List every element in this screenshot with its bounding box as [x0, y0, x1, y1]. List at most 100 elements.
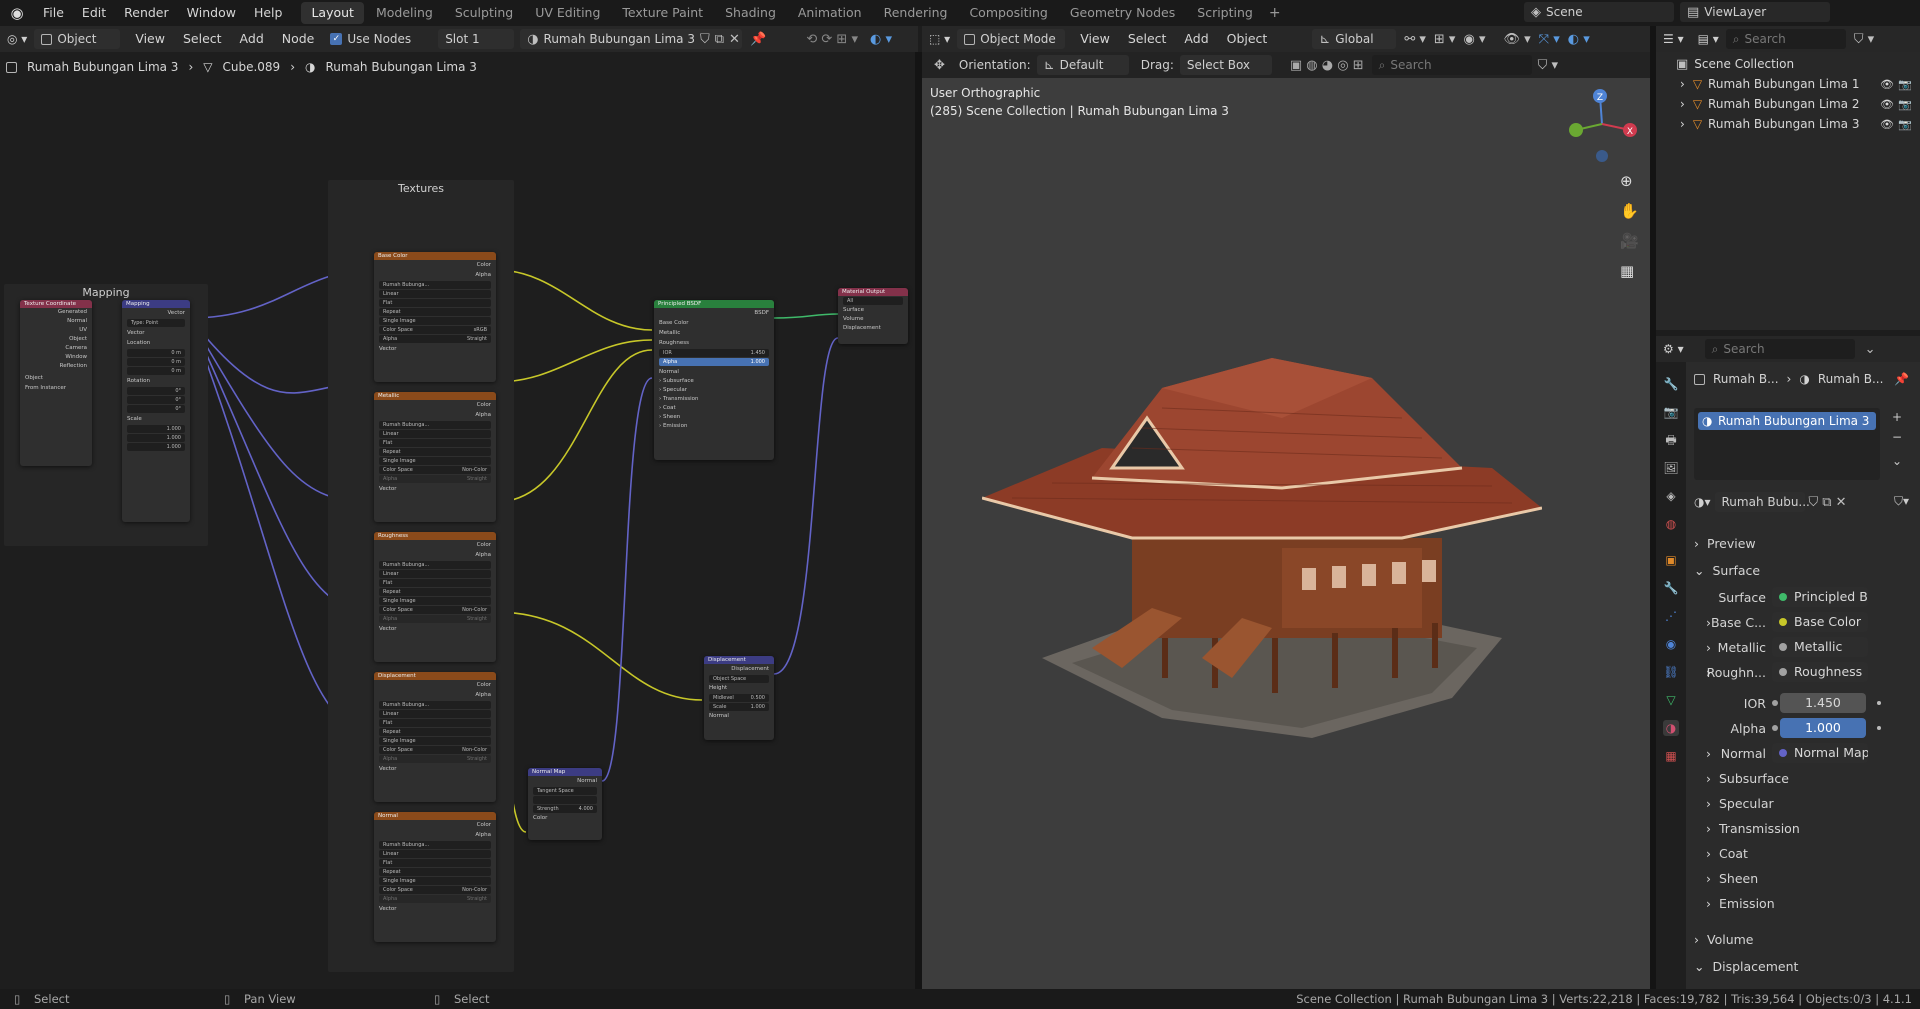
fake-user-icon[interactable]: ⛉ — [1809, 496, 1819, 509]
image-selector[interactable]: Rumah Bubunga... — [379, 561, 491, 569]
interp-dropdown[interactable]: Linear — [379, 710, 491, 718]
transform-orientation-dropdown[interactable]: ⊾ Global — [1312, 29, 1397, 49]
overlay-toggle-icon[interactable]: ◐ ▾ — [1568, 33, 1590, 46]
camera-icon[interactable]: 📷 — [1898, 118, 1912, 131]
display-mode-button[interactable]: ▤ ▾ — [1691, 29, 1726, 49]
rot-y[interactable]: 0° — [127, 396, 185, 404]
menu-file[interactable]: File — [34, 0, 73, 26]
space-dropdown[interactable]: Tangent Space — [533, 787, 597, 795]
visibility-icon[interactable]: 👁 ▾ — [1503, 33, 1530, 46]
filter-icon[interactable]: ⛉ ▾ — [1854, 33, 1874, 46]
image-texture-node-displacement[interactable]: Displacement Color Alpha Rumah Bubunga... Li… — [374, 672, 496, 802]
uv-map-field[interactable] — [533, 796, 597, 804]
physics-tab-icon[interactable]: ◉ — [1663, 636, 1679, 652]
menu-edit[interactable]: Edit — [73, 0, 115, 26]
alpha-field[interactable]: Alpha 1.000 — [659, 358, 769, 366]
chevron-right-icon[interactable]: › — [1680, 117, 1685, 131]
data-tab-icon[interactable]: ▽ — [1663, 692, 1679, 708]
chevron-down-icon[interactable]: ⌄ — [1865, 343, 1876, 356]
drag-dropdown[interactable]: Select Box — [1179, 55, 1272, 75]
menu-add[interactable]: Add — [231, 26, 273, 52]
scene-collection-row[interactable]: ▣ Scene Collection — [1656, 54, 1920, 74]
chevron-right-icon[interactable]: › — [1680, 97, 1685, 111]
unlink-icon[interactable]: ✕ — [1836, 496, 1847, 509]
material-tab-icon[interactable]: ◑ — [1663, 720, 1679, 736]
displacement-node[interactable]: Displacement Displacement Object Space H… — [704, 656, 774, 740]
normal-field[interactable]: Normal Map — [1772, 743, 1868, 763]
outliner-item[interactable]: › ▽ Rumah Bubungan Lima 3 👁 📷 — [1656, 114, 1920, 134]
tab-animation[interactable]: Animation — [788, 2, 872, 24]
scene-selector[interactable]: ◈ Scene — [1524, 2, 1674, 22]
scale-y[interactable]: 1.000 — [127, 434, 185, 442]
socket-dot-icon[interactable] — [1772, 700, 1778, 706]
filter-icon[interactable]: ⛉▾ — [1894, 494, 1909, 509]
src-dropdown[interactable]: Single Image — [379, 737, 491, 745]
ext-dropdown[interactable]: Repeat — [379, 588, 491, 596]
image-selector[interactable]: Rumah Bubunga... — [379, 841, 491, 849]
loc-z[interactable]: 0 m — [127, 367, 185, 375]
panel-specular[interactable]: › Specular — [654, 386, 774, 395]
strength-field[interactable]: Strength 4.000 — [533, 805, 597, 813]
mapping-node[interactable]: Mapping Vector Type: Point Vector Locati… — [122, 300, 190, 522]
ior-field[interactable]: 1.450 — [1780, 693, 1866, 713]
color-space-dropdown[interactable]: Color Space Non-Color — [379, 886, 491, 894]
eye-icon[interactable]: 👁 — [1880, 98, 1894, 111]
panel-sheen[interactable]: › Sheen — [654, 413, 774, 422]
outliner-item[interactable]: › ▽ Rumah Bubungan Lima 1 👁 📷 — [1656, 74, 1920, 94]
material-slot-list[interactable]: ◑ Rumah Bubungan Lima 3 — [1694, 408, 1880, 480]
outliner-search-input[interactable]: ⌕ Search — [1725, 29, 1846, 49]
proportional-icon[interactable]: ◉ ▾ — [1463, 33, 1485, 46]
alpha-mode-dropdown[interactable]: Alpha Straight — [379, 895, 491, 903]
prop-link-field[interactable]: Principled BSDF — [1772, 587, 1868, 607]
proj-dropdown[interactable]: Flat — [379, 579, 491, 587]
outliner[interactable]: ▣ Scene Collection › ▽ Rumah Bubungan Lima … — [1656, 52, 1920, 330]
object-field[interactable]: Object — [20, 373, 92, 383]
menu-view[interactable]: View — [126, 26, 174, 52]
interp-dropdown[interactable]: Linear — [379, 850, 491, 858]
pin-icon[interactable]: 📌 — [750, 33, 766, 46]
tab-texture-paint[interactable]: Texture Paint — [612, 2, 713, 24]
slot-menu-icon[interactable]: ⌄ — [1892, 454, 1902, 468]
tab-shading[interactable]: Shading — [715, 2, 786, 24]
subpanel-emission[interactable]: › Emission — [1686, 892, 1904, 914]
world-tab-icon[interactable]: ◍ — [1663, 516, 1679, 532]
interp-dropdown[interactable]: Linear — [379, 290, 491, 298]
outliner-item[interactable]: › ▽ Rumah Bubungan Lima 2 👁 📷 — [1656, 94, 1920, 114]
material-name-field[interactable]: Rumah Bubu... — [1714, 492, 1810, 512]
constraints-tab-icon[interactable]: ⛓ — [1663, 664, 1679, 680]
snap-icon[interactable]: ⊞ ▾ — [1434, 33, 1456, 46]
overlay-icon[interactable]: ◐ ▾ — [870, 33, 892, 46]
material-browse-icon[interactable]: ◑▾ — [1694, 495, 1711, 509]
eye-icon[interactable]: 👁 — [1880, 78, 1894, 91]
menu-select[interactable]: Select — [1119, 26, 1176, 52]
surface-panel[interactable]: ⌄ Surface — [1686, 559, 1904, 581]
eye-icon[interactable]: 👁 — [1880, 118, 1894, 131]
color-space-dropdown[interactable]: Color Space Non-Color — [379, 606, 491, 614]
filter-icon[interactable]: ⛉ ▾ — [1538, 59, 1558, 72]
navigation-gizmo[interactable]: Z X — [1562, 84, 1642, 164]
editor-type-button[interactable]: ◎ ▾ — [0, 29, 34, 49]
chevron-right-icon[interactable]: › — [1706, 746, 1711, 761]
gizmo-toggle-icon[interactable]: ⤧ ▾ — [1539, 33, 1560, 46]
material-datablock[interactable]: ◑▾ Rumah Bubu... ⛉ ⧉ ✕ — [1694, 492, 1886, 512]
midlevel-field[interactable]: Midlevel 0.500 — [709, 694, 769, 702]
interp-dropdown[interactable]: Linear — [379, 430, 491, 438]
properties-search-input[interactable]: ⌕ Search — [1704, 339, 1855, 359]
pivot-icon[interactable]: ⚯ ▾ — [1404, 33, 1426, 46]
rot-z[interactable]: 0° — [127, 405, 185, 413]
preview-panel[interactable]: › Preview — [1686, 532, 1904, 554]
interp-dropdown[interactable]: Linear — [379, 570, 491, 578]
alpha-field[interactable]: 1.000 — [1780, 718, 1866, 738]
use-nodes-checkbox[interactable]: ✓ Use Nodes — [323, 29, 418, 49]
color-space-dropdown[interactable]: Color Space Non-Color — [379, 746, 491, 754]
editor-type-button[interactable]: ☰ ▾ — [1656, 29, 1691, 49]
color-space-dropdown[interactable]: Color Space Non-Color — [379, 466, 491, 474]
texture-coordinate-node[interactable]: Texture Coordinate Generated Normal UV Obje… — [20, 300, 92, 466]
prop-link-field[interactable]: Roughness — [1772, 662, 1868, 682]
material-slot-item[interactable]: ◑ Rumah Bubungan Lima 3 — [1698, 412, 1876, 430]
ext-dropdown[interactable]: Repeat — [379, 868, 491, 876]
pin-icon[interactable]: 📌 — [1894, 372, 1909, 386]
output-tab-icon[interactable]: 🖶 — [1663, 432, 1679, 448]
menu-view[interactable]: View — [1071, 26, 1119, 52]
editor-type-button[interactable]: ⚙ ▾ — [1656, 339, 1691, 359]
